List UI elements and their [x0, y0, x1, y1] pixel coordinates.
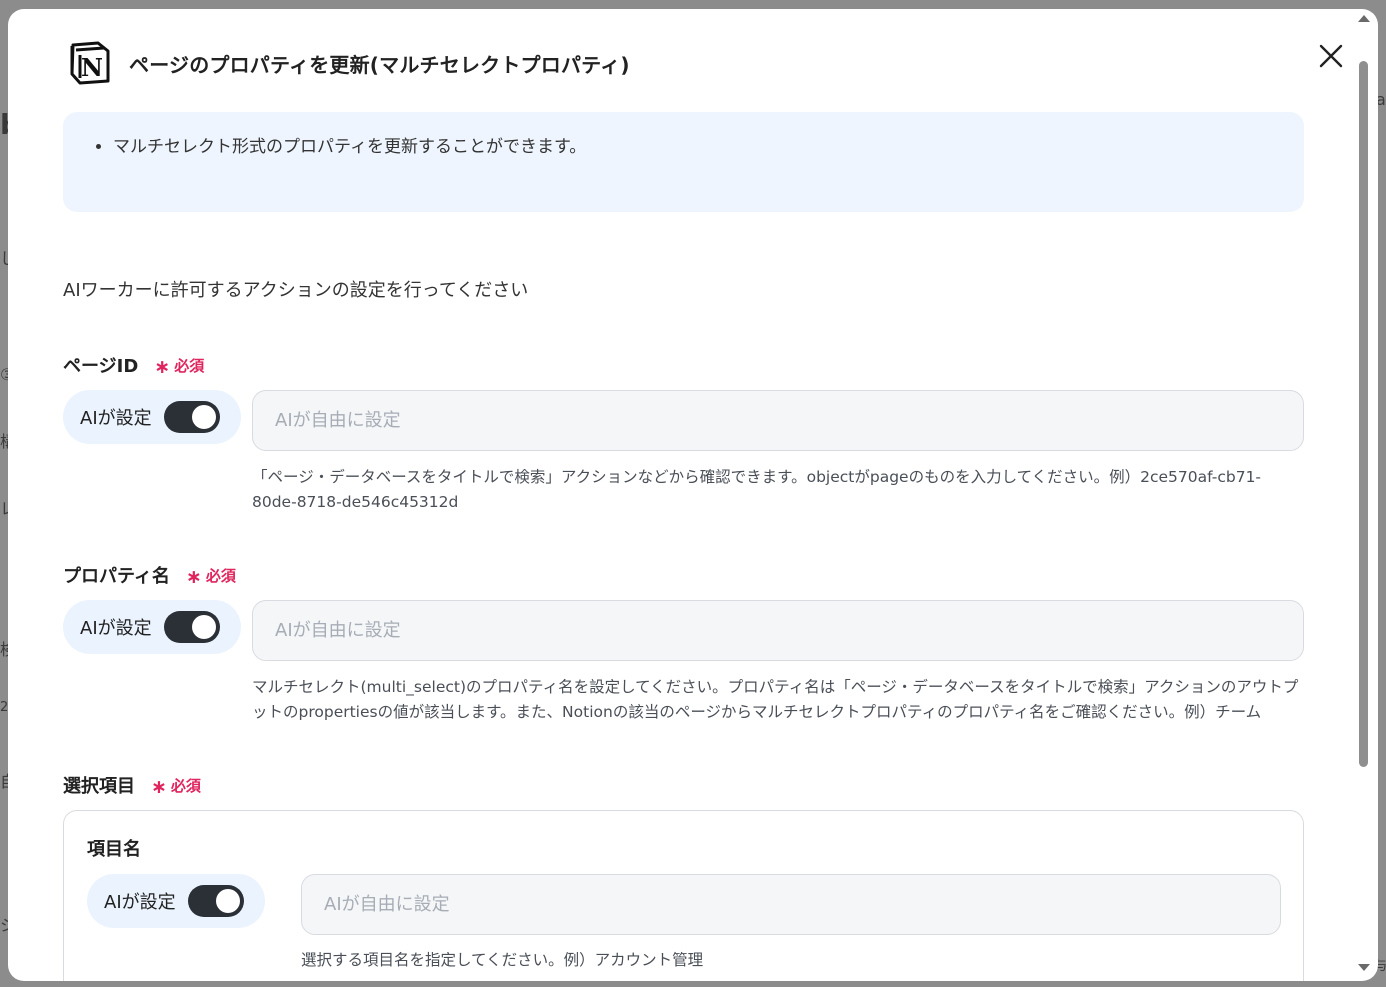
modal-scrollbar[interactable]: [1358, 15, 1370, 971]
ai-setting-toggle[interactable]: [163, 611, 220, 643]
asterisk-icon: ∗: [185, 566, 202, 588]
scroll-up-icon[interactable]: [1358, 15, 1370, 22]
item-name-input[interactable]: [301, 874, 1281, 935]
ai-setting-pill: AIが設定: [63, 390, 241, 444]
notion-logo-icon: N: [70, 41, 110, 85]
page-id-input[interactable]: [252, 390, 1304, 451]
required-badge: ∗ 必須: [154, 354, 205, 378]
selection-items-card: 項目名 AIが設定 選択する項目名を指定してください。例）アカウント管理: [63, 810, 1304, 981]
section-intro: AIワーカーに許可するアクションの設定を行ってください: [63, 280, 529, 301]
ai-setting-toggle[interactable]: [187, 885, 244, 917]
action-settings-modal: N ページのプロパティを更新(マルチセレクトプロパティ) マルチセレクト形式のプ…: [8, 9, 1378, 981]
close-button[interactable]: [1318, 43, 1344, 69]
required-text: 必須: [205, 566, 236, 585]
required-badge: ∗ 必須: [185, 564, 236, 588]
ai-setting-label: AIが設定: [80, 408, 152, 429]
info-item: マルチセレクト形式のプロパティを更新することができます。: [113, 136, 1304, 158]
help-line: 「ページ・データベースをタイトルで検索」アクションなどから確認できます。obje…: [252, 468, 1262, 486]
help-line: マルチセレクト(multi_select)のプロパティ名を設定してください。プロ…: [252, 678, 1299, 696]
svg-text:N: N: [81, 53, 103, 82]
property-name-label: プロパティ名 ∗ 必須: [63, 562, 236, 588]
ai-setting-label: AIが設定: [104, 892, 176, 913]
help-line: 80de-8718-de546c45312d: [252, 493, 459, 511]
item-name-label: 項目名: [87, 839, 141, 860]
info-box: マルチセレクト形式のプロパティを更新することができます。: [63, 112, 1304, 212]
scrollbar-thumb[interactable]: [1359, 61, 1368, 767]
asterisk-icon: ∗: [151, 776, 167, 798]
item-name-help: 選択する項目名を指定してください。例）アカウント管理: [301, 948, 703, 973]
page-id-help: 「ページ・データベースをタイトルで検索」アクションなどから確認できます。obje…: [252, 465, 1261, 515]
field-label-text: ページID: [63, 356, 139, 377]
modal-title: ページのプロパティを更新(マルチセレクトプロパティ): [129, 52, 630, 77]
page-id-label: ページID ∗ 必須: [63, 352, 204, 378]
required-text: 必須: [174, 356, 205, 375]
selection-items-label: 選択項目 ∗ 必須: [63, 772, 201, 798]
field-label-text: 選択項目: [63, 776, 135, 797]
ai-setting-pill: AIが設定: [63, 600, 241, 654]
help-line: ットのpropertiesの値が該当します。また、Notionの該当のページから…: [252, 703, 1262, 721]
field-label-text: プロパティ名: [63, 566, 170, 587]
ai-setting-pill: AIが設定: [87, 874, 265, 928]
property-name-help: マルチセレクト(multi_select)のプロパティ名を設定してください。プロ…: [252, 675, 1298, 725]
toggle-knob: [191, 615, 216, 639]
asterisk-icon: ∗: [154, 356, 171, 378]
help-line: 選択する項目名を指定してください。例）アカウント管理: [301, 951, 704, 969]
required-badge: ∗ 必須: [151, 774, 201, 798]
required-text: 必須: [170, 776, 201, 795]
toggle-knob: [191, 405, 216, 429]
ai-setting-toggle[interactable]: [163, 401, 220, 433]
close-icon: [1319, 44, 1343, 68]
scroll-down-icon[interactable]: [1358, 964, 1370, 971]
toggle-knob: [215, 889, 240, 913]
ai-setting-label: AIが設定: [80, 618, 152, 639]
property-name-input[interactable]: [252, 600, 1304, 661]
modal-header: N ページのプロパティを更新(マルチセレクトプロパティ): [67, 39, 630, 87]
